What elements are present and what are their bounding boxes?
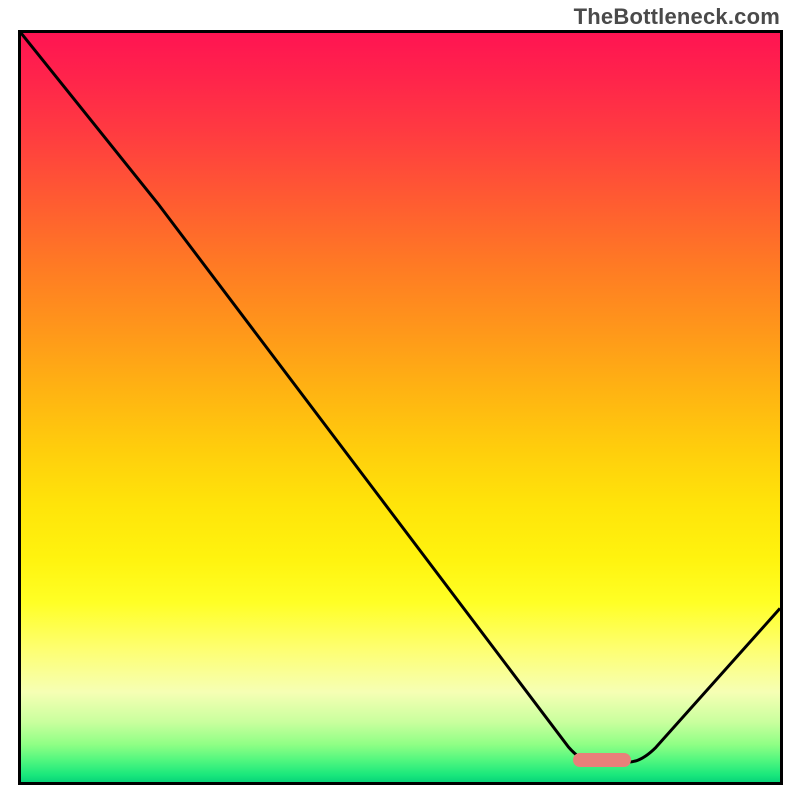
- curve-path: [21, 33, 780, 762]
- watermark-label: TheBottleneck.com: [574, 4, 780, 30]
- chart-curve: [21, 33, 780, 782]
- chart-marker: [573, 753, 631, 767]
- chart-plot-area: [18, 30, 783, 785]
